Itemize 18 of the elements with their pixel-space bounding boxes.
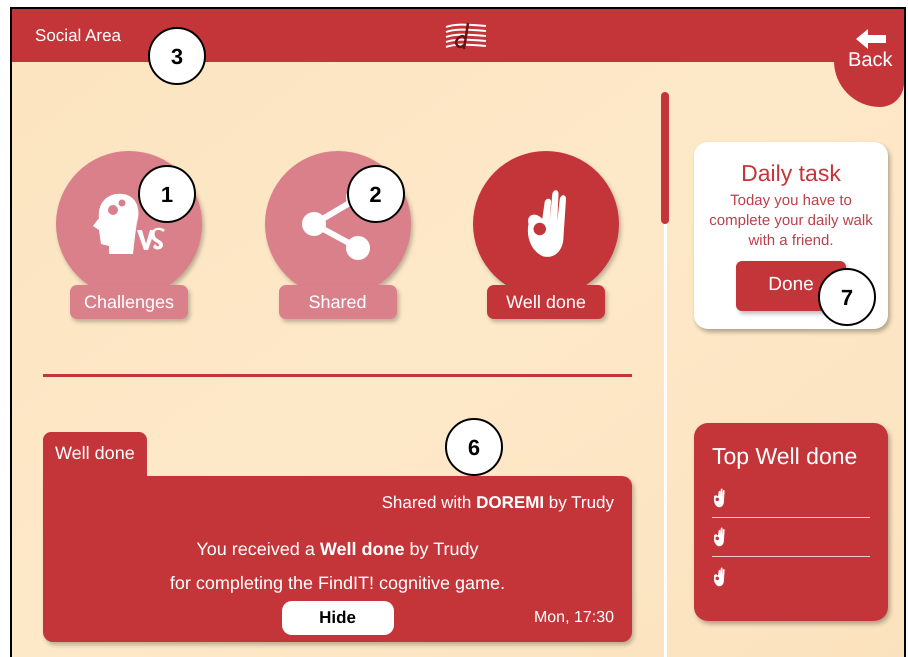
logo-icon [444,21,488,51]
callout-tooltip: 6 [445,418,503,476]
ok-hand-icon [712,566,726,588]
timestamp: Mon, 17:30 [534,608,614,628]
ok-hand-icon [712,487,726,509]
message-text: You received a Well done by Trudy for completing the FindIT! cognitive game. [170,538,506,595]
ok-hand-icon [712,526,726,548]
hide-button[interactable]: Hide [282,600,394,634]
callout-tooltip: 3 [148,27,206,85]
task-text: Today you have to complete your daily walk with a friend. [708,190,874,250]
card-title: Top Well done [712,442,858,471]
scrollbar-thumb[interactable] [661,92,669,224]
callout-tooltip: 7 [818,268,876,326]
card-title: Daily task [741,159,841,188]
left-arrow-icon [856,29,886,49]
scrollbar-track[interactable] [664,92,666,657]
page-title: Social Area [35,24,121,47]
shared-line: Shared with DOREMI by Trudy [382,492,614,514]
